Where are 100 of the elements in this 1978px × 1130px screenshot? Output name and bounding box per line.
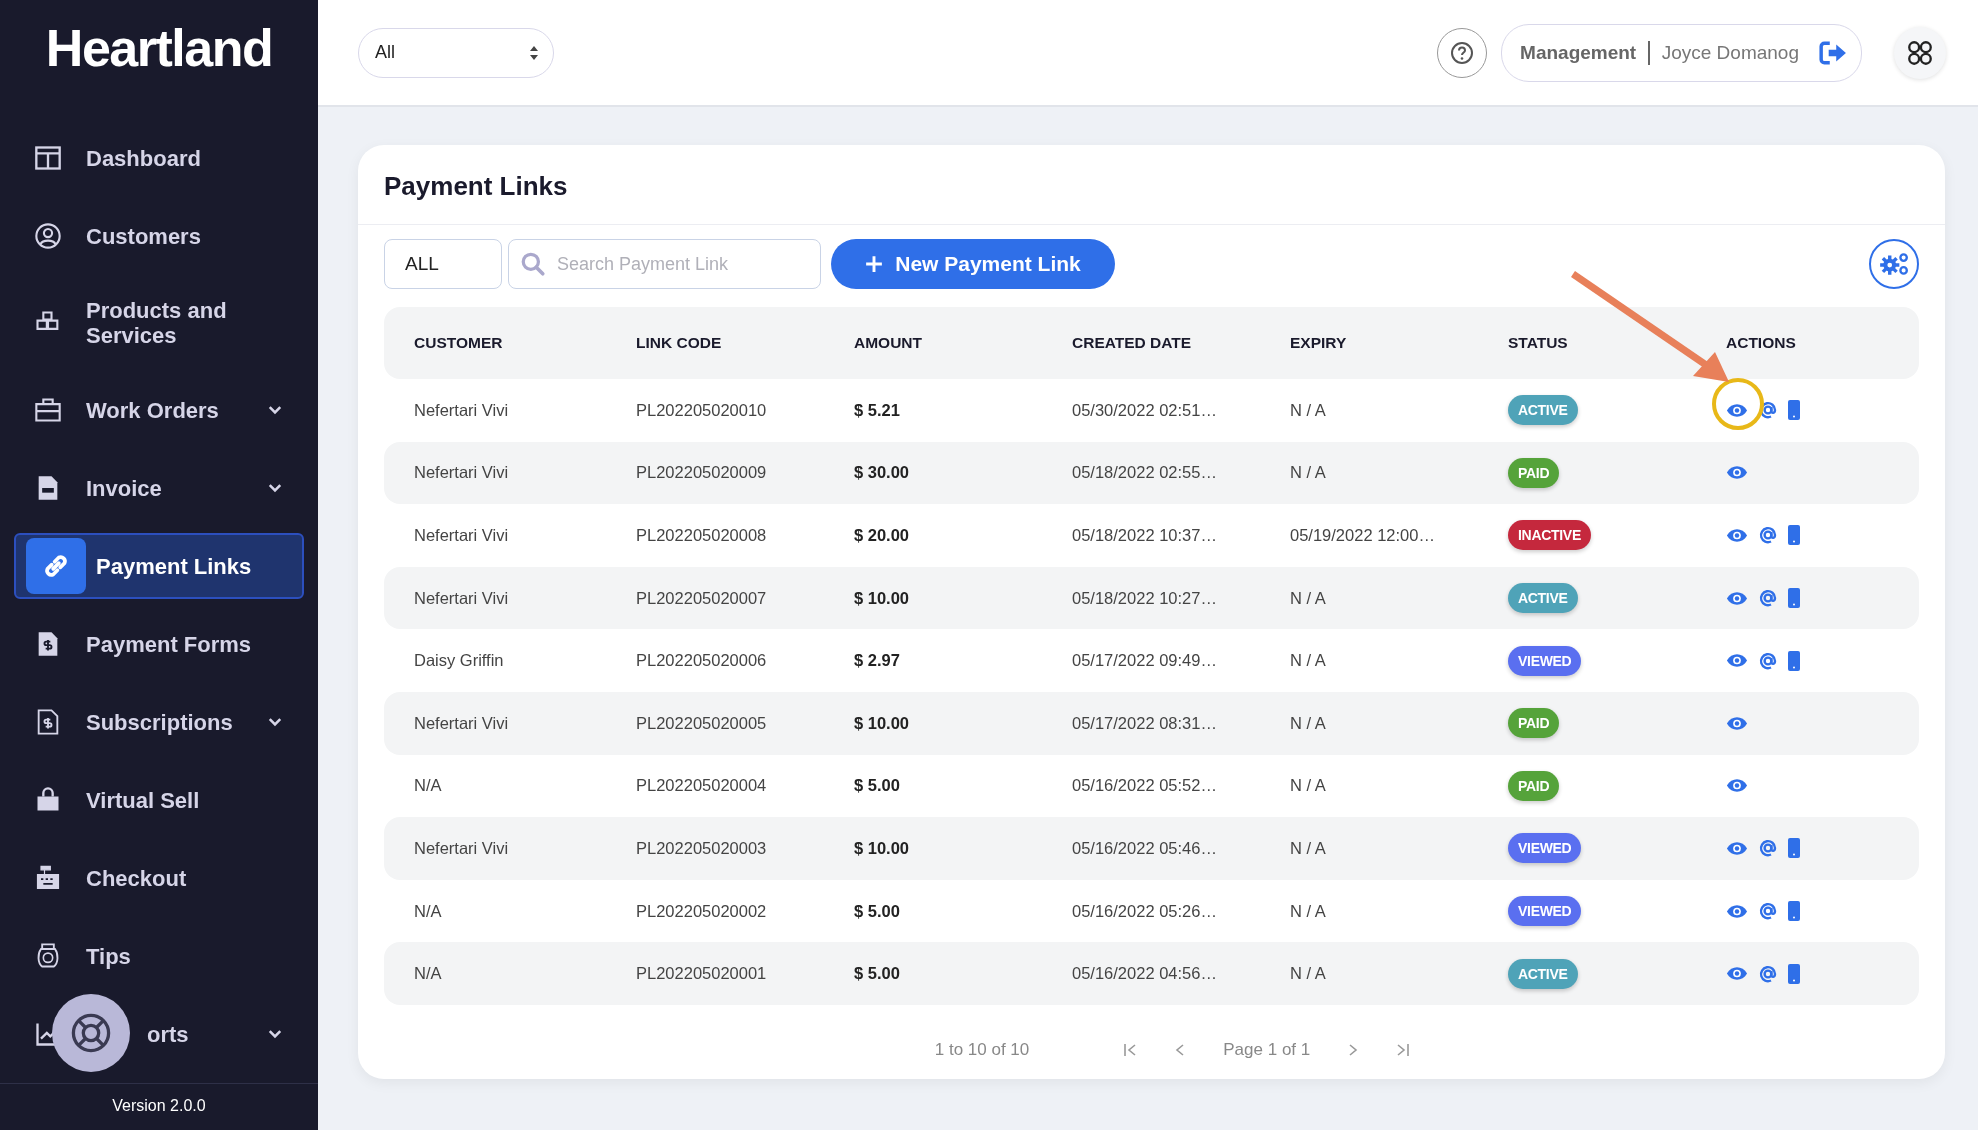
table-cell: N / A — [1290, 964, 1326, 984]
logout-icon[interactable] — [1819, 39, 1847, 66]
at-sign-icon[interactable] — [1758, 901, 1778, 922]
last-page-icon[interactable] — [1396, 1042, 1411, 1057]
at-sign-icon[interactable] — [1758, 525, 1778, 546]
dashboard-icon — [34, 144, 62, 172]
plus-icon — [865, 255, 884, 273]
eye-icon[interactable] — [1726, 840, 1748, 856]
table-cell: 05/17/2022 09:49… — [1072, 651, 1217, 671]
sidebar-item[interactable]: Invoice — [14, 455, 304, 521]
sort-arrows-icon — [529, 44, 539, 61]
sidebar-item[interactable]: Tips — [14, 923, 304, 989]
eye-icon[interactable] — [1726, 778, 1748, 794]
table-cell: 05/18/2022 10:37… — [1072, 526, 1217, 545]
phone-icon[interactable] — [1788, 400, 1800, 421]
sidebar-item[interactable]: Checkout — [14, 845, 304, 911]
eye-icon[interactable] — [1726, 590, 1748, 606]
search-field[interactable]: Search Payment Link — [508, 239, 821, 289]
sidebar-item[interactable]: Customers — [14, 203, 304, 269]
eye-icon[interactable] — [1726, 715, 1748, 731]
at-sign-icon[interactable] — [1758, 963, 1778, 984]
pagination-range: 1 to 10 of 10 — [934, 1039, 1030, 1060]
sidebar-item[interactable]: Products and Services — [14, 281, 304, 365]
user-icon — [34, 222, 62, 250]
table-cell: PL202205020003 — [636, 838, 767, 858]
table-cell: 05/16/2022 05:46… — [1072, 838, 1217, 858]
table-cell: PL202205020007 — [636, 588, 767, 608]
table-cell: 05/19/2022 12:00… — [1290, 526, 1435, 545]
sidebar-item[interactable]: Subscriptions — [14, 689, 304, 755]
eye-icon[interactable] — [1726, 966, 1748, 982]
table-cell: $ 2.97 — [854, 651, 900, 671]
status-badge: VIEWED — [1508, 833, 1582, 864]
table-cell: PL202205020009 — [636, 463, 767, 483]
table-cell: N / A — [1290, 588, 1326, 608]
column-header: EXPIRY — [1290, 334, 1348, 352]
phone-icon[interactable] — [1788, 650, 1800, 671]
eye-icon[interactable] — [1726, 402, 1748, 418]
lifebuoy-icon — [69, 1011, 113, 1055]
table-cell: 05/16/2022 05:26… — [1072, 901, 1217, 921]
sidebar-item[interactable]: Virtual Sell — [14, 767, 304, 833]
table-cell: Nefertari Vivi — [414, 588, 509, 608]
apps-button[interactable] — [1894, 26, 1946, 79]
column-header: ACTIONS — [1726, 334, 1797, 352]
page-title: Payment Links — [358, 145, 1945, 225]
table-cell: PL202205020010 — [636, 400, 767, 420]
sidebar-item[interactable]: Payment Links — [14, 533, 304, 599]
phone-icon[interactable] — [1788, 525, 1800, 546]
phone-icon[interactable] — [1788, 588, 1800, 609]
table-cell: $ 10.00 — [854, 588, 910, 608]
sidebar-item[interactable]: orts — [14, 1001, 304, 1067]
table-cell: Daisy Griffin — [414, 651, 504, 671]
new-payment-link-button[interactable]: New Payment Link — [831, 239, 1115, 289]
status-badge: VIEWED — [1508, 645, 1582, 676]
eye-icon[interactable] — [1726, 653, 1748, 669]
role-label: Management — [1520, 41, 1637, 64]
table-cell: PL202205020005 — [636, 713, 767, 733]
phone-icon[interactable] — [1788, 901, 1800, 922]
sidebar-item[interactable]: Work Orders — [14, 377, 304, 443]
status-badge: PAID — [1508, 457, 1560, 488]
page-indicator: Page 1 of 1 — [1223, 1039, 1311, 1060]
eye-icon[interactable] — [1726, 465, 1748, 481]
table-cell: N / A — [1290, 776, 1326, 796]
table-cell: Nefertari Vivi — [414, 400, 509, 420]
at-sign-icon[interactable] — [1758, 588, 1778, 609]
eye-icon[interactable] — [1726, 528, 1748, 543]
eye-icon[interactable] — [1726, 903, 1748, 919]
phone-icon[interactable] — [1788, 963, 1800, 984]
at-sign-icon[interactable] — [1758, 650, 1778, 671]
table-cell: 05/16/2022 05:52… — [1072, 776, 1217, 796]
four-circles-icon — [1906, 38, 1934, 67]
column-header: STATUS — [1508, 334, 1569, 352]
logo: Heartland — [44, 18, 274, 79]
table-cell: PL202205020008 — [636, 526, 767, 545]
table-cell: PL202205020004 — [636, 776, 767, 796]
table-cell: N / A — [1290, 713, 1326, 733]
toolbox-icon — [34, 396, 62, 424]
first-page-icon[interactable] — [1123, 1042, 1138, 1057]
status-badge: ACTIVE — [1508, 395, 1578, 426]
table-cell: N / A — [1290, 901, 1326, 921]
table-cell: PL202205020006 — [636, 651, 767, 671]
status-badge: PAID — [1508, 770, 1560, 801]
location-select[interactable]: All — [358, 27, 554, 78]
status-badge: INACTIVE — [1508, 520, 1591, 551]
table-cell: $ 20.00 — [854, 526, 910, 545]
settings-button[interactable] — [1869, 239, 1919, 289]
status-badge: ACTIVE — [1508, 583, 1578, 614]
table-cell: PL202205020001 — [636, 964, 767, 984]
table-cell: $ 5.00 — [854, 901, 900, 921]
table-cell: $ 5.00 — [854, 964, 900, 984]
at-sign-icon[interactable] — [1758, 838, 1778, 859]
column-header: AMOUNT — [854, 334, 924, 352]
table-cell: N / A — [1290, 651, 1326, 671]
table-cell: N/A — [414, 901, 442, 921]
filter-select[interactable]: ALL — [384, 239, 502, 289]
sidebar-item[interactable]: Dashboard — [14, 125, 304, 191]
sidebar-item[interactable]: Payment Forms — [14, 611, 304, 677]
register-icon — [34, 864, 62, 892]
table-cell: N / A — [1290, 400, 1326, 420]
phone-icon[interactable] — [1788, 838, 1800, 859]
table-cell: $ 10.00 — [854, 713, 910, 733]
